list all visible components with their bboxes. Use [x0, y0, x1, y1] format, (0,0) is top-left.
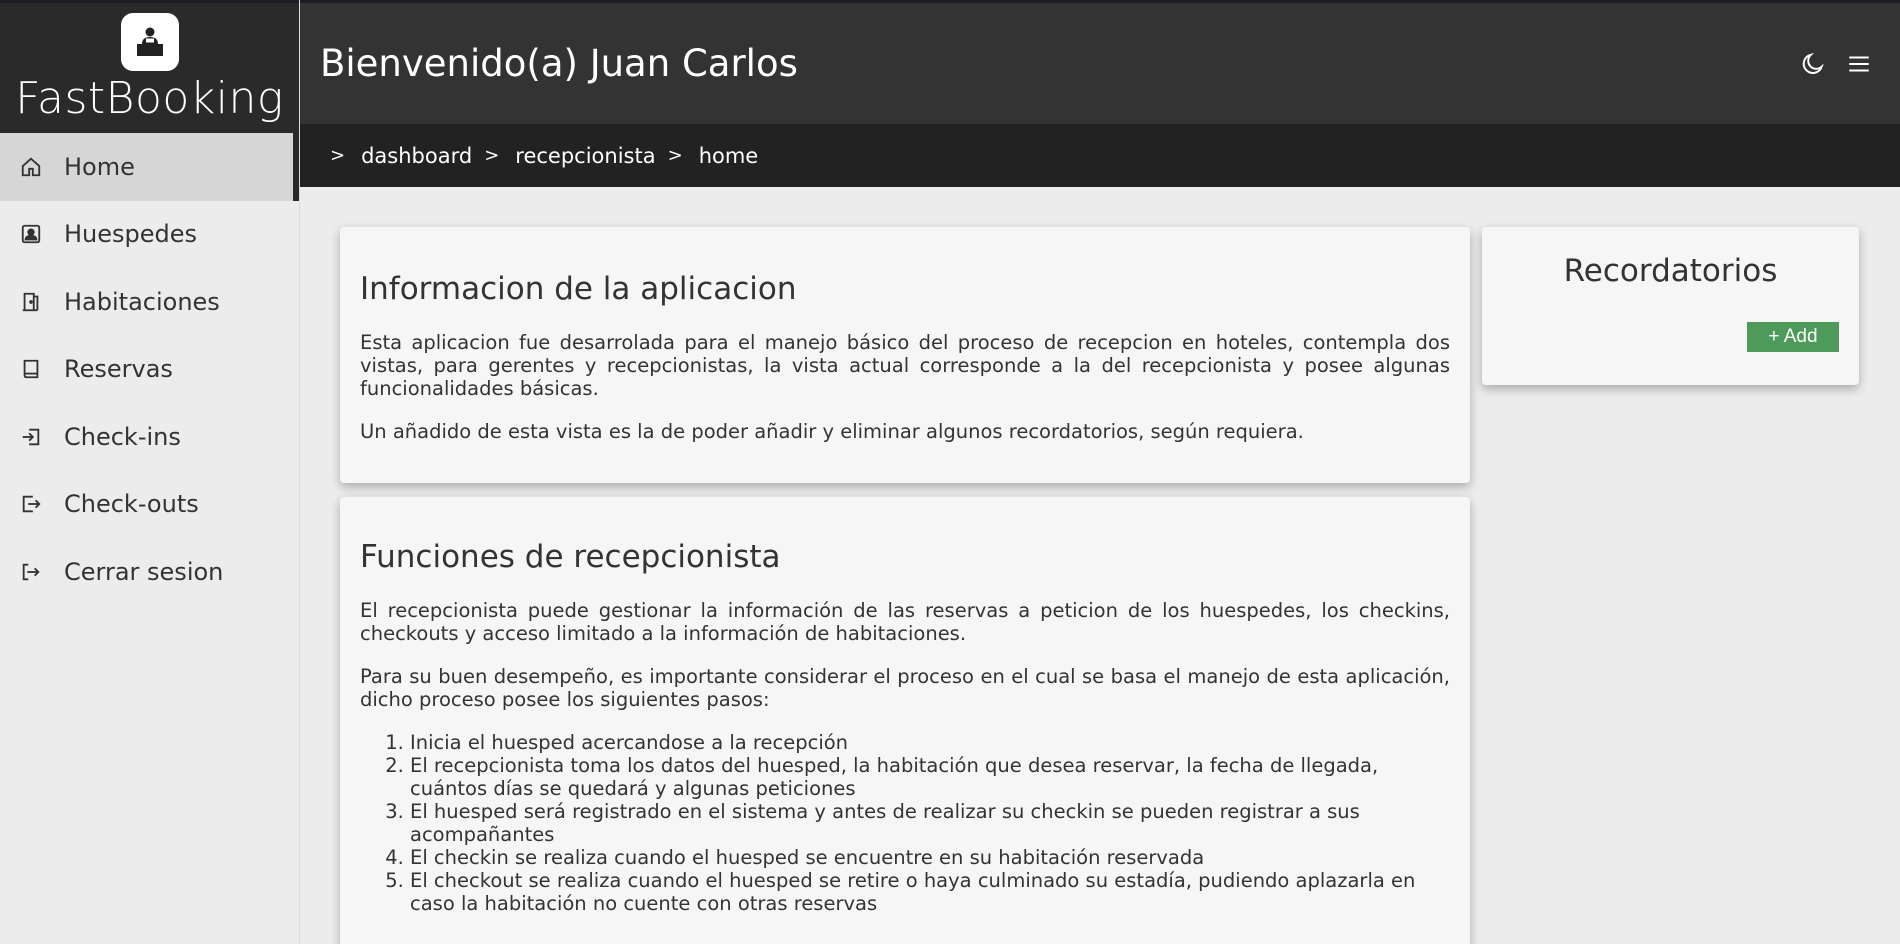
sidebar-item-label: Check-outs	[64, 490, 199, 519]
breadcrumb-link-dashboard[interactable]: dashboard	[361, 144, 472, 168]
sidebar-item-label: Habitaciones	[64, 287, 220, 316]
info-card: Informacion de la aplicacion Esta aplica…	[340, 227, 1470, 483]
list-item: El recepcionista toma los datos del hues…	[410, 754, 1450, 800]
contact-card-icon	[18, 221, 44, 247]
reminders-card: Recordatorios + Add	[1482, 227, 1859, 385]
info-paragraph: Un añadido de esta vista es la de poder …	[360, 420, 1304, 443]
sidebar: FastBooking Home Huespedes Habitaciones …	[0, 0, 300, 944]
functions-card: Funciones de recepcionista El recepcioni…	[340, 497, 1470, 944]
breadcrumb: > dashboard > recepcionista > home	[300, 124, 1900, 187]
breadcrumb-link-home[interactable]: home	[699, 144, 759, 168]
list-item: Inicia el huesped acercandose a la recep…	[410, 731, 1450, 754]
sidebar-item-cerrar-sesion[interactable]: Cerrar sesion	[0, 538, 299, 606]
moon-icon[interactable]	[1800, 51, 1826, 77]
sign-in-icon	[18, 424, 44, 450]
sidebar-item-home[interactable]: Home	[0, 133, 299, 201]
book-icon	[18, 356, 44, 382]
list-item: El checkout se realiza cuando el huesped…	[410, 869, 1450, 915]
list-item: El huesped será registrado en el sistema…	[410, 800, 1450, 846]
sidebar-item-label: Home	[64, 152, 135, 181]
sidebar-item-habitaciones[interactable]: Habitaciones	[0, 268, 299, 336]
logout-icon	[18, 559, 44, 585]
hamburger-menu-icon[interactable]	[1846, 51, 1872, 77]
breadcrumb-link-recepcionista[interactable]: recepcionista	[515, 144, 655, 168]
header-actions	[1800, 51, 1872, 77]
info-paragraph: Esta aplicacion fue desarrolada para el …	[360, 331, 1450, 400]
receptionist-desk-icon	[120, 13, 179, 71]
add-reminder-button[interactable]: + Add	[1747, 322, 1839, 352]
sign-out-box-icon	[18, 491, 44, 517]
chevron-right-icon: >	[484, 145, 500, 166]
sidebar-item-label: Huespedes	[64, 220, 198, 249]
functions-card-title: Funciones de recepcionista	[360, 539, 781, 575]
breadcrumb-item: > recepcionista	[484, 144, 667, 168]
home-icon	[18, 154, 44, 180]
info-card-title: Informacion de la aplicacion	[360, 271, 797, 307]
chevron-right-icon: >	[667, 145, 683, 166]
header: Bienvenido(a) Juan Carlos	[300, 0, 1900, 124]
page-title: Bienvenido(a) Juan Carlos	[320, 42, 798, 85]
sidebar-item-reservas[interactable]: Reservas	[0, 336, 299, 404]
breadcrumb-item: > dashboard	[330, 144, 484, 168]
chevron-right-icon: >	[330, 145, 346, 166]
process-steps-list: Inicia el huesped acercandose a la recep…	[360, 731, 1450, 915]
sidebar-nav: Home Huespedes Habitaciones Reservas Che…	[0, 133, 299, 606]
functions-paragraph: Para su buen desempeño, es importante co…	[360, 665, 1450, 711]
sidebar-item-label: Reservas	[64, 355, 173, 384]
sidebar-item-label: Check-ins	[64, 422, 181, 451]
sidebar-item-check-ins[interactable]: Check-ins	[0, 403, 299, 471]
sidebar-item-check-outs[interactable]: Check-outs	[0, 471, 299, 539]
list-item: El checkin se realiza cuando el huesped …	[410, 846, 1450, 869]
functions-paragraph: El recepcionista puede gestionar la info…	[360, 599, 1450, 645]
brand: FastBooking	[0, 0, 299, 133]
breadcrumb-item: > home	[668, 144, 771, 168]
reminders-title: Recordatorios	[1563, 253, 1778, 289]
door-icon	[18, 289, 44, 315]
brand-name: FastBooking	[15, 73, 284, 124]
sidebar-item-label: Cerrar sesion	[64, 557, 224, 586]
sidebar-item-huespedes[interactable]: Huespedes	[0, 201, 299, 269]
